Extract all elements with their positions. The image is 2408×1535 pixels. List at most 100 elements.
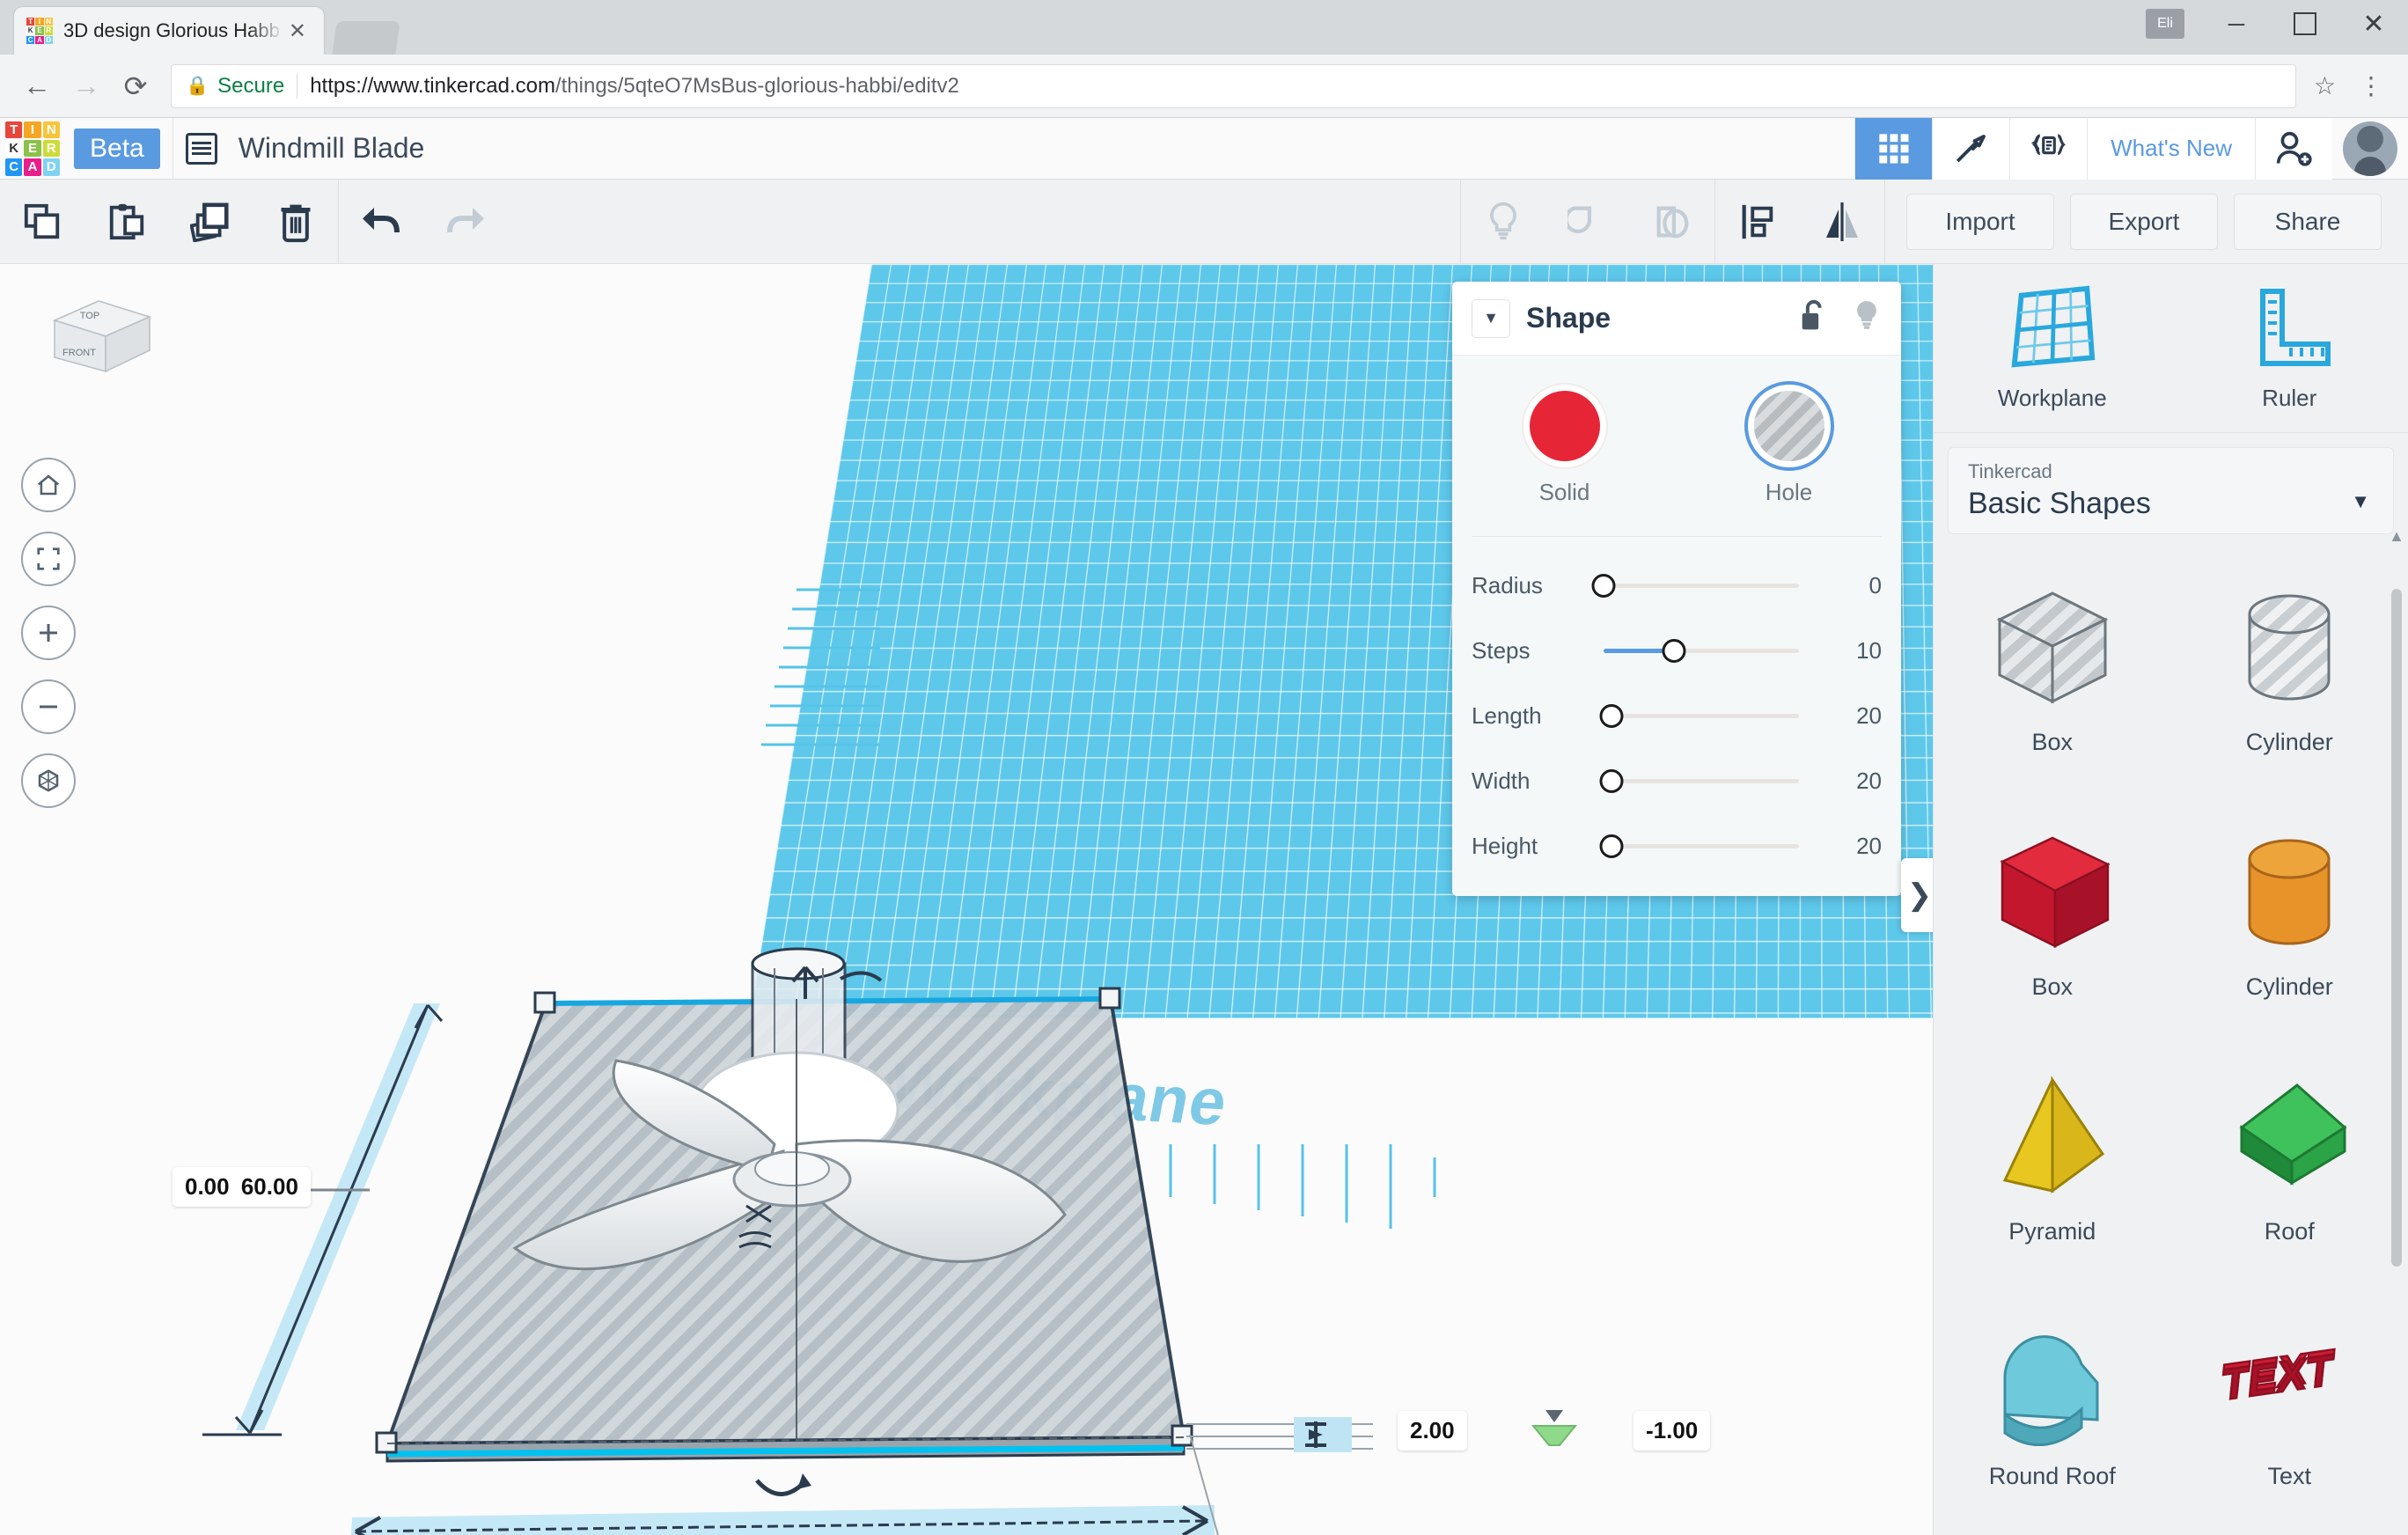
- paste-icon[interactable]: [84, 180, 169, 264]
- property-slider[interactable]: [1604, 844, 1799, 848]
- library-selector[interactable]: Tinkercad Basic Shapes ▼: [1948, 447, 2394, 534]
- fit-to-view-icon[interactable]: [21, 532, 76, 586]
- zoom-in-icon[interactable]: [21, 606, 76, 660]
- duplicate-icon[interactable]: [169, 180, 253, 264]
- view-tools: [9, 458, 88, 827]
- window-close-button[interactable]: ✕: [2339, 0, 2408, 48]
- zoom-out-icon[interactable]: [21, 679, 76, 734]
- solid-color-swatch[interactable]: [1530, 391, 1600, 461]
- chrome-menu-icon[interactable]: ⋮: [2346, 71, 2396, 100]
- ruler-icon: [2245, 284, 2333, 372]
- shape-thumbnail: [1986, 1314, 2118, 1451]
- ruler-tool[interactable]: Ruler: [2171, 264, 2408, 432]
- unlock-icon[interactable]: [1797, 298, 1829, 338]
- sidebar-scrollbar-thumb[interactable]: [2391, 589, 2402, 1267]
- extension-badge[interactable]: Eli: [2146, 9, 2184, 39]
- solid-mode-option[interactable]: Solid: [1452, 391, 1677, 506]
- shape-pyramid[interactable]: Pyramid: [1934, 1050, 2171, 1295]
- light-bulb-icon[interactable]: [1461, 180, 1545, 264]
- dim-left-chip[interactable]: 0.00 60.00: [173, 1167, 311, 1207]
- group-icon[interactable]: [1545, 180, 1630, 264]
- property-slider[interactable]: [1604, 584, 1799, 588]
- avatar[interactable]: [2343, 121, 2397, 176]
- home-view-icon[interactable]: [21, 458, 76, 512]
- slider-knob[interactable]: [1592, 574, 1616, 598]
- tinkercad-logo[interactable]: TINKERCAD: [0, 118, 65, 180]
- export-button[interactable]: Export: [2070, 194, 2218, 250]
- undo-icon[interactable]: [339, 180, 423, 264]
- page-title[interactable]: Windmill Blade: [239, 132, 425, 165]
- ruler-tool-label: Ruler: [2262, 385, 2316, 412]
- property-label: Radius: [1472, 572, 1595, 599]
- shape-cylinder-hole[interactable]: Cylinder: [2171, 561, 2408, 805]
- forward-icon: →: [62, 62, 111, 111]
- shape-box-red[interactable]: Box: [1934, 805, 2171, 1050]
- property-slider[interactable]: [1604, 714, 1799, 718]
- shape-inspector-panel[interactable]: ▼ Shape Solid Hole: [1452, 282, 1901, 896]
- workplane-grid-icon: [2006, 284, 2099, 372]
- property-value[interactable]: 20: [1820, 833, 1882, 860]
- property-value[interactable]: 20: [1820, 768, 1882, 795]
- align-icon[interactable]: [1715, 180, 1800, 264]
- window-maximize-button[interactable]: [2271, 0, 2339, 48]
- slider-knob[interactable]: [1662, 639, 1685, 663]
- property-slider[interactable]: [1604, 779, 1799, 783]
- svg-text:TOP: TOP: [80, 311, 99, 321]
- scroll-up-icon[interactable]: ▲: [2389, 527, 2404, 546]
- inspector-divider: [1472, 536, 1882, 537]
- view-cube[interactable]: TOP FRONT: [44, 290, 158, 387]
- delete-trash-icon[interactable]: [253, 180, 338, 264]
- tab-close-icon[interactable]: ✕: [283, 18, 312, 44]
- import-button[interactable]: Import: [1906, 194, 2054, 250]
- workplane-watermark: Workplane: [884, 1047, 1235, 1140]
- share-button[interactable]: Share: [2234, 194, 2382, 250]
- dim-left-length-value: 60.00: [241, 1173, 298, 1200]
- property-value[interactable]: 0: [1820, 572, 1882, 599]
- design-list-icon[interactable]: [186, 133, 217, 165]
- inspector-body: Solid Hole Radius 0 Steps 10 Length20 Width 20…: [1452, 356, 1901, 896]
- dim-height-chip[interactable]: 2.00: [1398, 1411, 1467, 1451]
- mirror-flip-icon[interactable]: [1800, 180, 1884, 264]
- shape-roof[interactable]: Roof: [2171, 1050, 2408, 1295]
- shape-round-roof[interactable]: Round Roof: [1934, 1295, 2171, 1535]
- redo-icon: [423, 180, 508, 264]
- library-collection: Basic Shapes: [1968, 487, 2374, 521]
- property-label: Width: [1472, 768, 1595, 795]
- dim-z-offset-chip[interactable]: -1.00: [1633, 1411, 1710, 1451]
- chevron-down-icon[interactable]: ▼: [1472, 299, 1510, 338]
- back-icon[interactable]: ←: [12, 62, 62, 111]
- shape-cylinder-orange[interactable]: Cylinder: [2171, 805, 2408, 1050]
- property-value[interactable]: 20: [1820, 702, 1882, 730]
- property-value[interactable]: 10: [1820, 637, 1882, 665]
- blocks-codeblocks-icon[interactable]: [1932, 118, 2009, 180]
- code-brackets-icon[interactable]: [2009, 118, 2087, 180]
- slider-knob[interactable]: [1599, 704, 1623, 728]
- slider-knob[interactable]: [1599, 769, 1623, 793]
- window-minimize-button[interactable]: ─: [2202, 0, 2271, 48]
- new-tab-button[interactable]: [332, 21, 400, 55]
- shape-text[interactable]: TEXTTEXTText: [2171, 1295, 2408, 1535]
- grid-view-icon[interactable]: [1854, 118, 1932, 180]
- hole-mode-option[interactable]: Hole: [1677, 391, 1901, 506]
- shape-label: Box: [2031, 729, 2073, 756]
- light-bulb-icon[interactable]: [1852, 298, 1882, 338]
- ungroup-icon[interactable]: [1630, 180, 1714, 264]
- whats-new-link[interactable]: What's New: [2087, 118, 2255, 180]
- solid-label: Solid: [1539, 479, 1590, 506]
- workplane-tool[interactable]: Workplane: [1934, 264, 2171, 432]
- favicon-cell: I: [35, 18, 43, 26]
- slider-knob[interactable]: [1599, 834, 1623, 858]
- shape-box-hole[interactable]: Box: [1934, 561, 2171, 805]
- url-input[interactable]: 🔒 Secure https://www.tinkercad.com/thing…: [171, 64, 2296, 108]
- property-label: Steps: [1472, 637, 1595, 665]
- workplane-tool-label: Workplane: [1998, 385, 2107, 412]
- add-person-icon[interactable]: [2255, 118, 2332, 180]
- bookmark-star-icon[interactable]: ☆: [2303, 71, 2346, 100]
- ortho-perspective-icon[interactable]: [21, 753, 76, 808]
- browser-tab[interactable]: TINKERCAD 3D design Glorious Habb ✕: [14, 7, 324, 55]
- property-row: Length20: [1452, 683, 1901, 748]
- reload-icon[interactable]: ⟳: [111, 62, 160, 111]
- hole-swatch[interactable]: [1754, 391, 1824, 461]
- property-slider[interactable]: [1604, 649, 1799, 653]
- copy-icon[interactable]: [0, 180, 84, 264]
